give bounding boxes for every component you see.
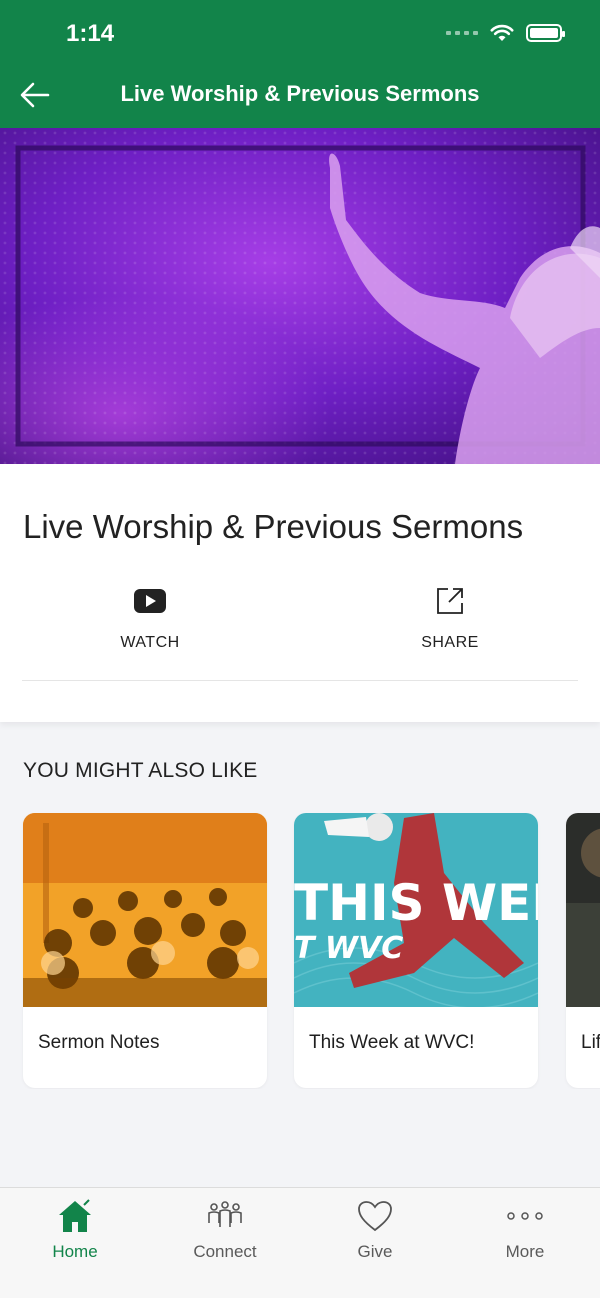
status-time: 1:14 — [66, 20, 115, 47]
content-card: Live Worship & Previous Sermons WATCH SH… — [0, 464, 600, 722]
tab-label: More — [505, 1242, 545, 1261]
tab-label: Connect — [193, 1242, 257, 1261]
tab-bar: Home Connect Give More — [0, 1187, 600, 1298]
watch-button[interactable]: WATCH — [70, 584, 230, 652]
card-label: This Week at WVC! — [309, 1032, 475, 1053]
tab-label: Give — [357, 1242, 393, 1261]
nav-title: Live Worship & Previous Sermons — [120, 81, 480, 106]
youtube-play-icon — [134, 589, 166, 613]
share-icon — [437, 588, 463, 614]
tab-give[interactable]: Give — [300, 1196, 450, 1262]
card-image-subtext: T WVC — [294, 931, 403, 966]
recommendations-carousel[interactable]: Sermon Notes THIS WEEK T WVC This Week a… — [0, 813, 600, 1089]
people-icon — [208, 1201, 242, 1227]
card-image-text: THIS WEEK — [294, 874, 538, 932]
section-heading: YOU MIGHT ALSO LIKE — [23, 759, 258, 782]
home-icon — [59, 1199, 91, 1232]
hero-image — [0, 128, 600, 464]
card-image: THIS WEEK T WVC — [294, 813, 538, 1007]
card-this-week[interactable]: THIS WEEK T WVC This Week at WVC! — [294, 813, 538, 1088]
battery-icon — [526, 24, 565, 42]
divider — [22, 680, 578, 681]
tab-label: Home — [52, 1242, 98, 1261]
app-header: 1:14 Live Worship & Previous Sermons — [0, 0, 600, 128]
wifi-icon — [490, 24, 514, 41]
tab-home[interactable]: Home — [0, 1196, 150, 1262]
card-partial[interactable]: Lif — [566, 813, 600, 1088]
card-image — [566, 813, 600, 1007]
status-icons — [446, 24, 565, 42]
page-title: Live Worship & Previous Sermons — [23, 508, 524, 545]
share-button[interactable]: SHARE — [370, 584, 530, 652]
share-label: SHARE — [421, 634, 479, 651]
tab-connect[interactable]: Connect — [150, 1196, 300, 1262]
card-sermon-notes[interactable]: Sermon Notes — [23, 813, 267, 1088]
tab-more[interactable]: More — [450, 1196, 600, 1262]
heart-icon — [358, 1201, 392, 1232]
signal-icon — [446, 31, 478, 35]
card-image — [23, 813, 267, 1007]
card-label: Sermon Notes — [38, 1032, 160, 1053]
card-label: Lif — [581, 1032, 600, 1053]
watch-label: WATCH — [120, 634, 180, 651]
more-dots-icon — [507, 1212, 543, 1220]
